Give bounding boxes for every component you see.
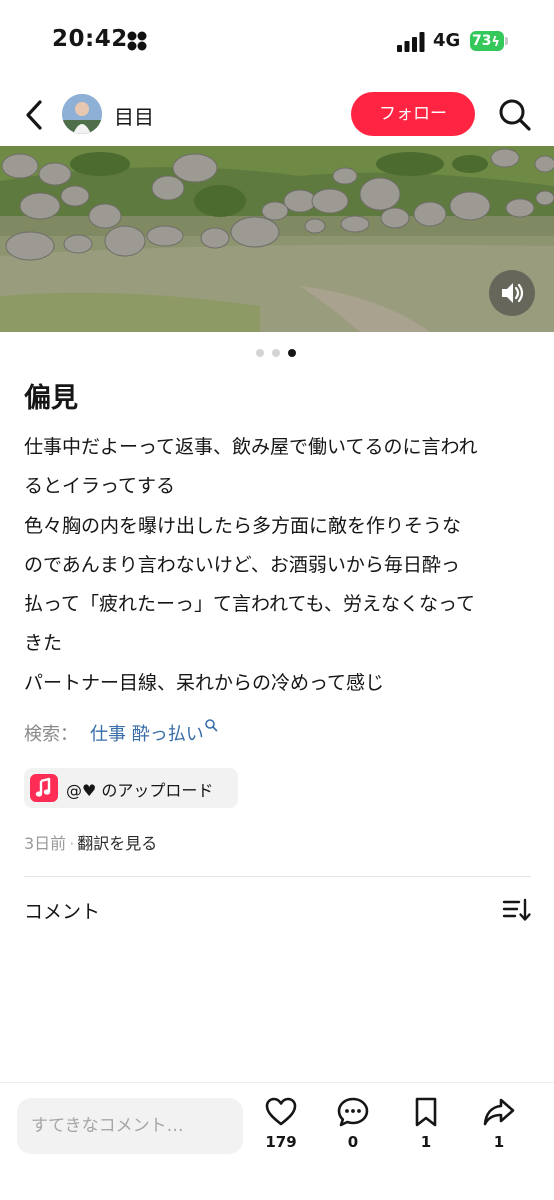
post-body-line: 色々胸の内を曝け出したら多方面に敵を作りそうな [24,514,462,537]
divider [24,876,531,877]
status-bar: 20:42 4G 73 ϟ [0,0,554,84]
post-header: 目目 フォロー [0,84,554,146]
status-time: 20:42 [52,26,128,52]
carousel-indicator [252,349,302,359]
post-body: 仕事中だよーって返事、飲み屋で働いてるのに言われ るとイラってする 色々胸の内を… [24,428,539,703]
like-count: 179 [265,1133,297,1151]
post-body-line: パートナー目線、呆れからの冷めって感じ [24,671,385,694]
search-icon[interactable] [496,96,534,134]
comment-count: 0 [347,1133,359,1151]
comment-input[interactable] [17,1098,243,1154]
meta-separator: · [69,834,75,853]
share-arrow-icon [483,1098,515,1126]
battery-indicator: 73 ϟ [470,31,504,51]
post-body-line: のであんまり言わないけど、お酒弱いから毎日酔っ [24,553,460,576]
sound-toggle-button[interactable] [489,270,535,316]
music-chip[interactable]: @♥ のアップロード [24,768,238,808]
avatar[interactable] [62,94,102,134]
network-type: 4G [433,30,461,51]
battery-cap [505,37,508,45]
charging-bolt-icon: ϟ [491,35,500,50]
search-term: 仕事 酔っ払い [90,724,204,745]
search-term-link[interactable]: 仕事 酔っ払い [90,719,218,745]
post-body-line: 払って「疲れたーっ」て言われても、労えなくなって [24,593,476,616]
speaker-icon [502,283,524,303]
focus-mode-icon [127,31,147,51]
sort-icon[interactable] [502,896,532,924]
share-button[interactable]: 1 [474,1095,524,1175]
save-count: 1 [420,1133,432,1151]
post-meta: 3日前 · 翻訳を見る [24,830,157,854]
back-arrow-icon[interactable] [20,96,50,134]
carousel-dot [272,349,280,357]
bottom-action-bar: 179 0 1 1 [0,1082,554,1200]
search-small-icon [204,719,218,732]
carousel-dot [256,349,264,357]
music-note-icon [30,774,58,802]
music-label: @♥ のアップロード [66,781,214,800]
post-date: 3日前 [24,834,67,853]
heart-icon [265,1097,297,1126]
bookmark-icon [415,1097,437,1127]
cellular-signal-icon [397,32,425,52]
post-body-line: 仕事中だよーって返事、飲み屋で働いてるのに言われ [24,436,478,458]
translate-link[interactable]: 翻訳を見る [77,834,157,853]
follow-button[interactable]: フォロー [351,92,475,136]
like-button[interactable]: 179 [256,1095,306,1175]
post-body-line: きた [24,632,63,655]
share-count: 1 [493,1133,505,1151]
save-button[interactable]: 1 [401,1095,451,1175]
comments-heading: コメント [24,901,101,923]
post-image[interactable] [0,146,554,332]
post-body-line: るとイラってする [24,475,176,498]
comment-bubble-icon [337,1097,369,1127]
author-name[interactable]: 目目 [114,101,154,130]
search-label: 検索： [24,724,78,745]
battery-level: 73 [472,33,492,49]
stone-wall-photo [0,146,554,332]
comment-button[interactable]: 0 [328,1095,378,1175]
post-title: 偏見 [24,383,78,414]
avatar-image [62,94,102,134]
carousel-dot-active [288,349,296,357]
related-search: 検索： 仕事 酔っ払い [24,719,218,746]
